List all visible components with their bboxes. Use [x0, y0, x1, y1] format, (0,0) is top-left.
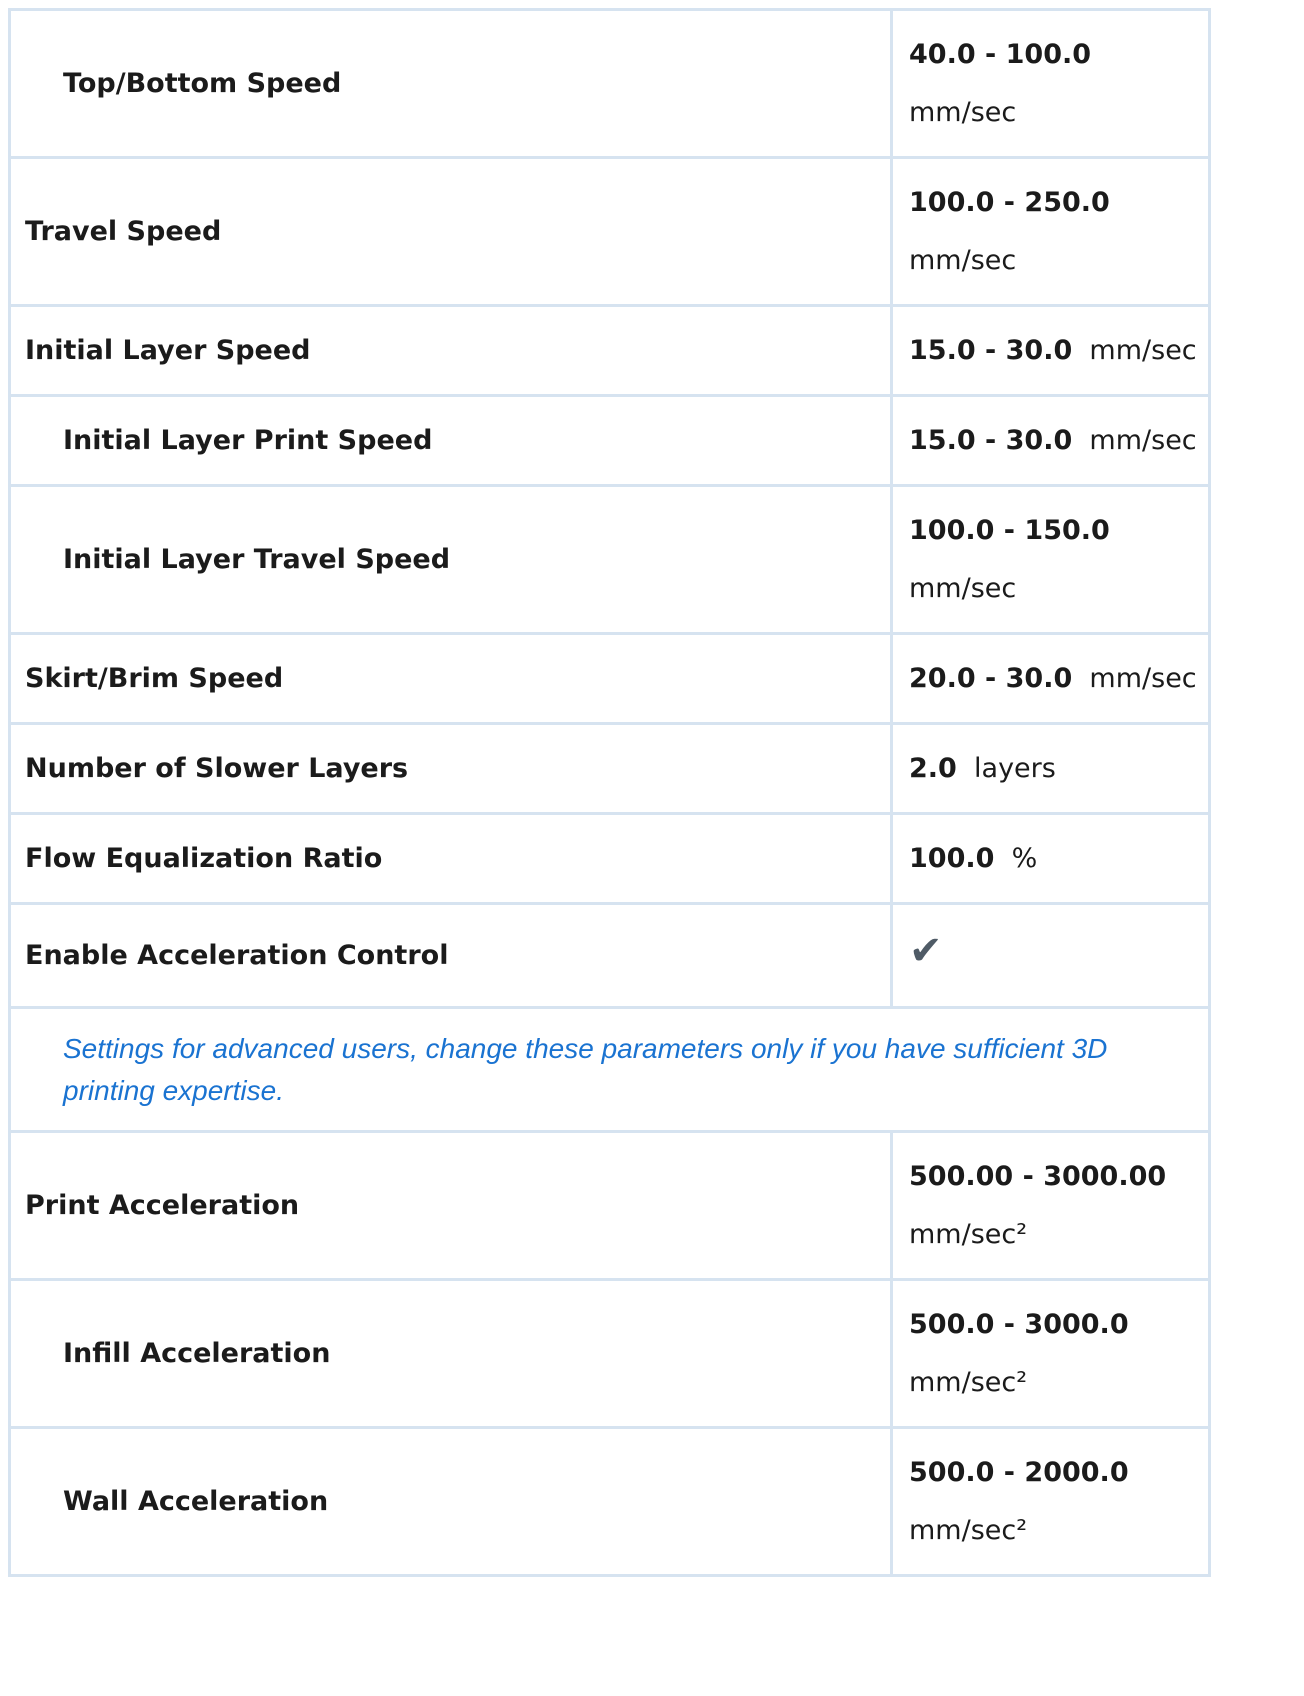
setting-value: 20.0 - 30.0 mm/sec — [890, 632, 1211, 725]
table-row: Skirt/Brim Speed 20.0 - 30.0 mm/sec — [8, 632, 1211, 725]
table-row: Top/Bottom Speed 40.0 - 100.0 mm/sec — [8, 8, 1211, 159]
setting-name: Print Acceleration — [8, 1130, 893, 1281]
setting-value: 100.0 % — [890, 812, 1211, 905]
value-range: 2.0 — [909, 752, 957, 784]
setting-value: 40.0 - 100.0 mm/sec — [890, 8, 1211, 159]
setting-value: 100.0 - 250.0 mm/sec — [890, 156, 1211, 307]
setting-name: Skirt/Brim Speed — [8, 632, 893, 725]
value-unit: mm/sec² — [909, 1218, 1028, 1250]
setting-value: 15.0 - 30.0 mm/sec — [890, 394, 1211, 487]
value-unit: mm/sec — [1089, 662, 1197, 694]
value-unit: mm/sec — [909, 96, 1017, 128]
value-range: 40.0 - 100.0 — [909, 38, 1092, 70]
setting-value: 15.0 - 30.0 mm/sec — [890, 304, 1211, 397]
setting-name: Number of Slower Layers — [8, 722, 893, 815]
value-range: 500.0 - 3000.0 — [909, 1308, 1129, 1340]
setting-name: Wall Acceleration — [8, 1426, 893, 1577]
value-range: 20.0 - 30.0 — [909, 662, 1073, 694]
table-row: Initial Layer Speed 15.0 - 30.0 mm/sec — [8, 304, 1211, 397]
value-range: 500.0 - 2000.0 — [909, 1456, 1129, 1488]
setting-value: 2.0 layers — [890, 722, 1211, 815]
setting-name: Initial Layer Print Speed — [8, 394, 893, 487]
value-unit: mm/sec² — [909, 1366, 1028, 1398]
setting-name: Top/Bottom Speed — [8, 8, 893, 159]
table-row: Travel Speed 100.0 - 250.0 mm/sec — [8, 156, 1211, 307]
value-unit: mm/sec — [1089, 424, 1197, 456]
advanced-users-note: Settings for advanced users, change thes… — [8, 1006, 1211, 1133]
settings-table: Top/Bottom Speed 40.0 - 100.0 mm/sec Tra… — [8, 8, 1211, 1577]
table-row: Wall Acceleration 500.0 - 2000.0 mm/sec² — [8, 1426, 1211, 1577]
value-unit: layers — [974, 752, 1056, 784]
value-unit: % — [1011, 842, 1038, 874]
setting-value: 500.0 - 2000.0 mm/sec² — [890, 1426, 1211, 1577]
table-row: Number of Slower Layers 2.0 layers — [8, 722, 1211, 815]
setting-name: Initial Layer Travel Speed — [8, 484, 893, 635]
value-range: 100.0 - 250.0 — [909, 186, 1110, 218]
table-row: Initial Layer Print Speed 15.0 - 30.0 mm… — [8, 394, 1211, 487]
setting-name: Flow Equalization Ratio — [8, 812, 893, 905]
value-unit: mm/sec — [909, 572, 1017, 604]
table-row: Initial Layer Travel Speed 100.0 - 150.0… — [8, 484, 1211, 635]
table-row: Infill Acceleration 500.0 - 3000.0 mm/se… — [8, 1278, 1211, 1429]
value-range: 15.0 - 30.0 — [909, 334, 1073, 366]
table-row: Print Acceleration 500.00 - 3000.00 mm/s… — [8, 1130, 1211, 1281]
setting-name: Initial Layer Speed — [8, 304, 893, 397]
value-range: 100.0 - 150.0 — [909, 514, 1110, 546]
value-unit: mm/sec² — [909, 1514, 1028, 1546]
value-range: 100.0 — [909, 842, 995, 874]
setting-name: Infill Acceleration — [8, 1278, 893, 1429]
setting-name: Travel Speed — [8, 156, 893, 307]
setting-value: ✔ — [890, 902, 1211, 1009]
value-range: 500.00 - 3000.00 — [909, 1160, 1167, 1192]
table-row: Flow Equalization Ratio 100.0 % — [8, 812, 1211, 905]
note-row: Settings for advanced users, change thes… — [8, 1006, 1211, 1133]
setting-value: 500.00 - 3000.00 mm/sec² — [890, 1130, 1211, 1281]
setting-value: 500.0 - 3000.0 mm/sec² — [890, 1278, 1211, 1429]
table-row: Enable Acceleration Control ✔ — [8, 902, 1211, 1009]
setting-name: Enable Acceleration Control — [8, 902, 893, 1009]
setting-value: 100.0 - 150.0 mm/sec — [890, 484, 1211, 635]
value-unit: mm/sec — [909, 244, 1017, 276]
checkmark-icon: ✔ — [909, 927, 943, 974]
value-range: 15.0 - 30.0 — [909, 424, 1073, 456]
value-unit: mm/sec — [1089, 334, 1197, 366]
